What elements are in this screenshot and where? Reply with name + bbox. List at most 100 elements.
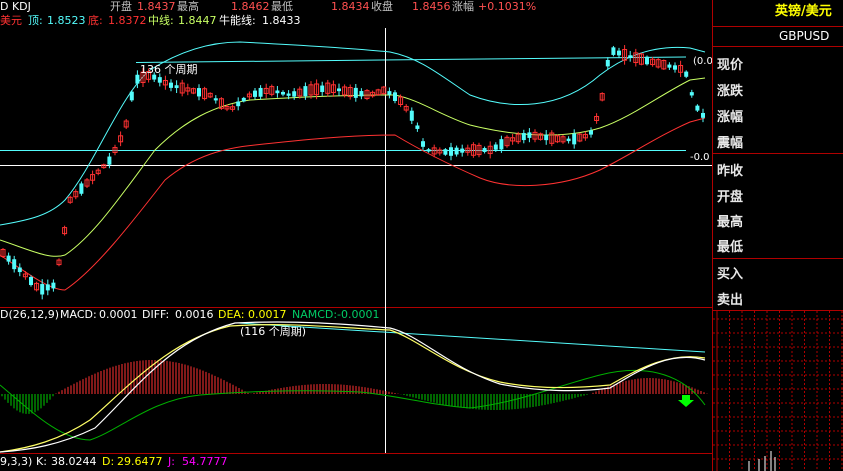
candle-body xyxy=(460,148,465,153)
candle-body xyxy=(135,74,140,84)
candle-body xyxy=(292,91,297,97)
candle-body xyxy=(667,64,672,68)
candle-body xyxy=(45,284,50,291)
sidebar-divider xyxy=(713,258,843,259)
candle-body xyxy=(359,91,364,97)
candle-body xyxy=(572,133,577,145)
label-amplitude: 震幅 xyxy=(717,136,744,151)
candle-body xyxy=(645,56,649,65)
namcd-value: -0.0001 xyxy=(337,308,379,321)
candle-body xyxy=(241,97,246,102)
kdj-j-label: J: xyxy=(167,455,175,468)
upper-reference-line xyxy=(135,56,687,63)
candle-body xyxy=(337,88,341,92)
candle-body xyxy=(589,130,593,135)
candle-body xyxy=(40,284,45,295)
down-arrow-icon xyxy=(678,395,694,407)
candle-body xyxy=(566,138,571,142)
kdj-d-value: 29.6477 xyxy=(117,455,163,468)
macd-histogram xyxy=(1,360,708,414)
candle-body xyxy=(174,85,179,89)
sidebar-divider xyxy=(713,153,843,154)
boll-upper-line xyxy=(0,41,706,226)
label-prev-close: 昨收 xyxy=(717,164,744,179)
candle-body xyxy=(482,148,487,152)
candle-body xyxy=(6,255,11,262)
candle-body xyxy=(17,267,22,273)
candle-body xyxy=(253,90,257,97)
kdj-d-label: D: xyxy=(102,455,114,468)
candle-body xyxy=(611,47,616,55)
boll-lower-line xyxy=(0,117,706,291)
candle-body xyxy=(197,88,201,97)
candle-body xyxy=(617,50,621,56)
sidebar-divider xyxy=(713,46,843,47)
candle-body xyxy=(673,65,677,70)
candle-body xyxy=(79,183,84,194)
candle-body xyxy=(605,60,610,67)
candle-body xyxy=(695,105,700,111)
candle-body xyxy=(129,91,134,101)
candle-body xyxy=(320,85,325,93)
kdj-j-value: 54.7777 xyxy=(182,455,228,468)
sidebar-title-area: 英镑/美元 xyxy=(713,0,843,26)
macd-reference-line xyxy=(237,322,706,353)
candle-body xyxy=(521,133,526,141)
candle-body xyxy=(701,112,705,118)
instrument-title: 英镑/美元 xyxy=(775,4,832,19)
candle-body xyxy=(213,98,218,101)
macd-label: MACD: xyxy=(60,308,97,321)
candle-body xyxy=(421,141,425,147)
candle-body xyxy=(409,110,414,121)
kdj-k-label: K: xyxy=(36,455,47,468)
diff-label: DIFF: xyxy=(142,308,169,321)
kdj-k-value: 38.0244 xyxy=(51,455,97,468)
macd-params: D(26,12,9) xyxy=(0,308,59,321)
label-change: 涨跌 xyxy=(717,84,744,99)
candle-body xyxy=(12,259,17,270)
label-low: 最低 xyxy=(717,240,744,255)
candle-body xyxy=(107,156,112,165)
dea-label: DEA: xyxy=(218,308,244,321)
candle-body xyxy=(157,77,162,83)
candle-body xyxy=(303,86,308,97)
candle-body xyxy=(387,91,392,95)
chart-area[interactable]: 136 个周期 (0.0 -0.0 D(26,12,9) MACD: 0.000… xyxy=(0,0,712,471)
candle-body xyxy=(281,91,285,95)
instrument-symbol: GBPUSD xyxy=(779,29,830,43)
candle-body xyxy=(689,92,694,96)
candle-body xyxy=(527,132,532,138)
kdj-params: 9,3,3) xyxy=(0,455,32,468)
candle-body xyxy=(684,71,689,77)
candle-body xyxy=(258,87,263,97)
candle-body xyxy=(544,134,549,141)
candle-body xyxy=(275,90,280,94)
candle-body xyxy=(449,147,453,156)
label-change-pct: 涨幅 xyxy=(717,110,744,125)
macd-value: 0.0001 xyxy=(99,308,138,321)
sidebar-symbol-area: GBPUSD xyxy=(713,26,843,46)
label-open: 开盘 xyxy=(717,190,744,205)
candle-body xyxy=(499,139,504,150)
candle-body xyxy=(169,82,173,88)
label-high: 最高 xyxy=(717,215,744,230)
candle-body xyxy=(493,144,498,150)
candle-body xyxy=(51,282,56,289)
candlestick-group xyxy=(0,45,705,300)
right-bottom-label: -0.0 xyxy=(690,152,710,163)
namcd-label: NAMCD: xyxy=(292,308,337,321)
tick-grid xyxy=(713,311,843,471)
candle-body xyxy=(454,147,459,155)
candle-body xyxy=(628,55,633,58)
candle-body xyxy=(286,93,291,96)
dea-value: 0.0017 xyxy=(248,308,287,321)
main-period-annotation: 136 个周期 xyxy=(140,63,198,76)
candle-body xyxy=(443,149,448,155)
quote-sidebar: 英镑/美元 GBPUSD 现价 涨跌 涨幅 震幅 昨收 开盘 最高 最低 买入 … xyxy=(712,0,843,471)
label-last-price: 现价 xyxy=(717,58,744,73)
label-bid: 买入 xyxy=(717,267,744,282)
candle-body xyxy=(393,92,397,101)
candle-body xyxy=(415,125,420,129)
candle-body xyxy=(236,101,241,107)
candle-body xyxy=(29,276,33,286)
